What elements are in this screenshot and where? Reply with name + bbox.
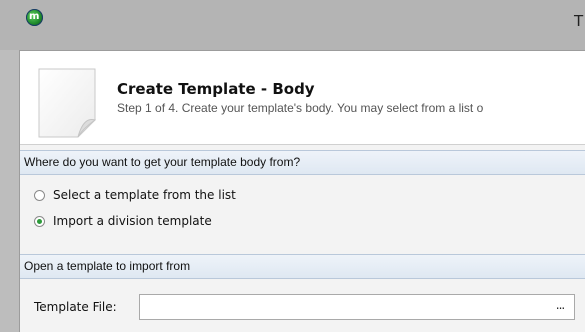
template-file-input[interactable] <box>139 294 575 320</box>
window-frame <box>0 50 19 332</box>
page-subtitle: Step 1 of 4. Create your template's body… <box>117 101 484 115</box>
browse-button[interactable]: ... <box>547 296 573 318</box>
template-file-label: Template File: <box>34 300 117 314</box>
radio-label-select-template: Select a template from the list <box>53 188 236 202</box>
radio-option-import-division[interactable]: Import a division template <box>34 212 212 230</box>
page-title: Create Template - Body <box>117 80 315 98</box>
wizard-window: Create Template - Body Step 1 of 4. Crea… <box>19 50 585 332</box>
title-bar[interactable]: m T <box>0 0 585 50</box>
app-icon-glyph: m <box>29 11 40 22</box>
source-section-heading: Where do you want to get your template b… <box>20 150 585 175</box>
radio-option-select-template[interactable]: Select a template from the list <box>34 186 236 204</box>
window-title: T <box>574 12 584 30</box>
document-icon <box>38 68 96 138</box>
import-section-heading: Open a template to import from <box>20 254 585 279</box>
source-options: Select a template from the list Import a… <box>20 175 585 255</box>
radio-button-select-template[interactable] <box>34 189 45 201</box>
wizard-header: Create Template - Body Step 1 of 4. Crea… <box>20 51 585 145</box>
radio-label-import-division: Import a division template <box>53 214 212 228</box>
app-icon[interactable]: m <box>26 9 43 26</box>
radio-button-import-division[interactable] <box>34 215 45 227</box>
